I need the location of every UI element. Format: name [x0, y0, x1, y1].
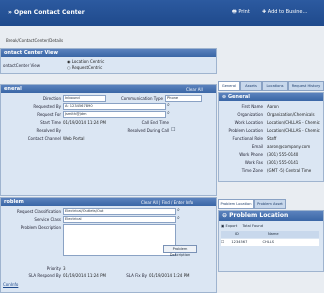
- add-to-business-button[interactable]: ✚ Add to Busine…: [262, 9, 308, 15]
- start-time-value: 01/19/2014 11:24 PM: [63, 120, 106, 125]
- requester-general-heading: ⊖ General: [219, 93, 323, 101]
- requested-by-label: Requested By: [33, 104, 61, 109]
- organization-value: Organization/Chemicals: [267, 112, 315, 117]
- first-name-value: Aaron: [267, 104, 279, 109]
- tab-general[interactable]: General: [218, 81, 240, 91]
- problem-description-button[interactable]: Problem Description: [163, 245, 197, 257]
- table-row[interactable]: ☐ 1234567 CHLLS: [221, 239, 319, 246]
- work-fax-label: Work Fax: [244, 160, 263, 165]
- start-time-label: Start Time: [40, 120, 61, 125]
- tab-locations[interactable]: Locations: [262, 81, 288, 91]
- call-end-label: Call End Time: [141, 120, 169, 125]
- requester-general-section: ⊖ General First Name Aaron Organization …: [218, 92, 324, 182]
- breadcrumb: Break/ContactCenter/Details: [6, 38, 64, 43]
- tab-assets[interactable]: Assets: [240, 81, 262, 91]
- classification-label: Request Classification: [17, 209, 61, 214]
- work-fax-value: (301) 555-0141: [267, 160, 299, 165]
- email-value: aaron@company.com: [267, 144, 311, 149]
- requested-by-field[interactable]: A: 1234567890: [63, 103, 166, 110]
- description-label: Problem Description: [20, 225, 61, 230]
- clear-all-link[interactable]: Clear All: [186, 87, 203, 92]
- functional-role-label: Functional Role: [232, 136, 263, 141]
- problem-section: roblem Clear All | Find / Enter Info Req…: [0, 197, 217, 293]
- time-zone-label: Time Zone: [241, 168, 263, 173]
- comm-type-label: Communication Type: [121, 96, 163, 101]
- direction-label: Direction: [42, 96, 61, 101]
- contact-center-view-section: ontact Center View ontactCenter View ◉ L…: [0, 48, 217, 74]
- tab-problem-asset[interactable]: Problem Asset: [254, 199, 286, 209]
- lookup-icon[interactable]: ⌕: [167, 110, 170, 116]
- problem-location-value: Location/CHLLAS - Chemic: [267, 128, 320, 133]
- email-label: Email: [251, 144, 263, 149]
- lookup-icon[interactable]: ⌕: [167, 102, 170, 108]
- work-phone-value: (301) 555-0140: [267, 152, 299, 157]
- resolved-during-label: Resolved During Call: [127, 128, 169, 133]
- print-button[interactable]: 🖶 Print: [232, 9, 250, 17]
- contact-channel-label: Contact Channel: [27, 136, 61, 141]
- radio-location-centric[interactable]: ◉ Location Centric: [67, 59, 104, 64]
- priority-label: Priority: [46, 266, 61, 271]
- grid-header: ID Name: [221, 231, 319, 238]
- grid-toolbar: ▣ Export Total Found: [221, 223, 263, 230]
- problem-links[interactable]: Clear All | Find / Enter Info: [141, 200, 193, 205]
- resolved-during-checkbox[interactable]: ☐: [171, 127, 175, 133]
- resolved-by-label: Resolved By: [36, 128, 61, 133]
- problem-location-section: ⊖ Problem Location ▣ Export Total Found …: [218, 210, 324, 272]
- priority-value: 3: [63, 266, 66, 271]
- app-header: » Open Contact Center 🖶 Print ✚ Add to B…: [0, 0, 324, 26]
- sla-respond-value: 01/19/2014 11:24 PM: [63, 273, 106, 278]
- service-class-field[interactable]: Electrical: [63, 216, 176, 223]
- direction-select[interactable]: Inbound: [63, 95, 106, 102]
- row-checkbox[interactable]: ☐: [221, 240, 225, 244]
- contact-center-view-heading: ontact Center View: [1, 49, 216, 57]
- contact-channel-value: Web Portal: [63, 136, 85, 141]
- sla-fix-value: 01/19/2014 1:24 PM: [149, 273, 190, 278]
- functional-role-value: Staff: [267, 136, 277, 141]
- comm-type-select[interactable]: Phone: [165, 95, 202, 102]
- description-textarea[interactable]: [63, 224, 176, 256]
- work-phone-label: Work Phone: [239, 152, 263, 157]
- column-name[interactable]: Name: [268, 232, 279, 236]
- contact-info-link[interactable]: ConInfo: [3, 282, 18, 287]
- sla-fix-label: SLA Fix By: [126, 273, 147, 278]
- work-location-value: Location/CHLLAS - Chemic: [267, 120, 320, 125]
- time-zone-value: (GMT -5) Central Time: [267, 168, 312, 173]
- request-for-label: Request For: [37, 112, 61, 117]
- lookup-icon[interactable]: ⌕: [177, 207, 180, 213]
- sla-respond-label: SLA Respond By: [28, 273, 61, 278]
- tab-problem-location[interactable]: Problem Location: [218, 199, 254, 209]
- row-id: 1234567: [231, 240, 248, 244]
- general-section: eneral Clear All Direction Inbound Commu…: [0, 84, 217, 196]
- classification-field[interactable]: Electrical/Outlets/Out: [63, 208, 176, 215]
- tab-request-history[interactable]: Request History: [288, 81, 324, 91]
- request-for-field[interactable]: Jsmith@jdm: [63, 111, 166, 118]
- service-class-label: Service Class: [34, 217, 61, 222]
- app-title: » Open Contact Center: [8, 9, 85, 16]
- lookup-icon[interactable]: ⌕: [177, 215, 180, 221]
- export-button[interactable]: ▣ Export: [221, 224, 237, 228]
- work-location-label: Work Location: [234, 120, 263, 125]
- total-found-label: Total Found: [242, 224, 263, 228]
- organization-label: Organization: [237, 112, 263, 117]
- problem-location-label: Problem Location: [228, 128, 263, 133]
- first-name-label: First Name: [241, 104, 264, 109]
- column-id[interactable]: ID: [235, 232, 239, 236]
- problem-location-heading: ⊖ Problem Location: [219, 211, 323, 221]
- general-heading: eneral: [1, 85, 216, 93]
- radio-request-centric[interactable]: ○ RequestCentric: [67, 65, 102, 70]
- view-label: ontactCenter View: [3, 63, 40, 68]
- row-name: CHLLS: [262, 240, 275, 244]
